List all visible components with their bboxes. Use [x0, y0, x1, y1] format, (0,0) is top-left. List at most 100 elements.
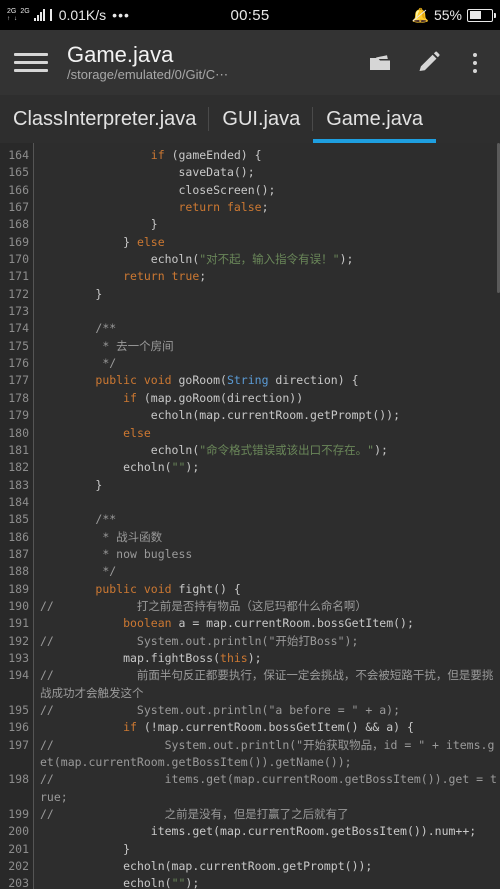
tab-label: Game.java: [326, 107, 423, 130]
network-speed-label: 0.01K/s: [58, 7, 107, 23]
line-number: 185: [8, 512, 29, 527]
file-tab-bar: ClassInterpreter.java GUI.java Game.java: [0, 95, 500, 143]
code-line: * 战斗函数: [40, 529, 500, 546]
code-line: // System.out.println("开始获取物品，id = " + i…: [40, 737, 500, 772]
line-number: 189: [8, 581, 29, 596]
bell-muted-icon: 🔔: [411, 6, 429, 23]
code-token: this: [220, 650, 248, 665]
code-token: );: [374, 442, 388, 457]
code-token: // 前面半句反正都要执行，保证一定会挑战，不会被短路干扰，但是要挑战成功才会触…: [40, 668, 494, 700]
line-number: 193: [8, 650, 29, 665]
code-token: if: [123, 390, 137, 405]
code-line: items.get(map.currentRoom.getBossItem())…: [40, 823, 500, 840]
line-number: 192: [8, 633, 29, 648]
open-folder-icon[interactable]: [368, 50, 394, 76]
status-overflow-icon: •••: [112, 7, 130, 23]
code-token: public void: [95, 373, 172, 388]
code-token: return true: [123, 269, 200, 284]
code-line: if (gameEnded) {: [40, 147, 500, 164]
code-token: "": [171, 460, 186, 475]
code-token: goRoom(: [171, 373, 227, 388]
code-token: * 战斗函数: [40, 529, 163, 544]
tab-label: GUI.java: [222, 107, 301, 130]
code-line: // System.out.println("a before = " + a)…: [40, 702, 500, 719]
tab-classinterpreter-java[interactable]: ClassInterpreter.java: [0, 95, 210, 143]
line-number: 168: [8, 217, 29, 232]
code-token: map.fightBoss(: [40, 650, 221, 665]
line-number: 195: [8, 703, 29, 717]
line-number: 177: [8, 373, 29, 388]
code-line: return false;: [40, 199, 500, 216]
code-token: // System.out.println("开始打Boss");: [40, 633, 359, 648]
signal-bars-secondary-icon: [49, 9, 52, 21]
line-number-continuation: [0, 789, 29, 806]
code-line: * now bugless: [40, 546, 500, 563]
line-number: 164: [8, 148, 29, 162]
code-token: echoln(: [40, 460, 172, 475]
code-token: // System.out.println("开始获取物品，id = " + i…: [40, 737, 495, 770]
line-number: 179: [8, 408, 29, 423]
code-token: "对不起，输入指令有误！": [199, 252, 340, 267]
code-line: /**: [40, 511, 500, 528]
code-line: }: [40, 286, 500, 303]
pencil-edit-icon[interactable]: [416, 50, 442, 76]
code-content[interactable]: if (gameEnded) { saveData(); closeScreen…: [34, 143, 500, 889]
line-number: 170: [8, 252, 29, 267]
code-token: echoln(map.currentRoom.getPrompt());: [40, 408, 401, 423]
line-number: 191: [8, 616, 29, 631]
code-token: fight() {: [171, 581, 241, 596]
status-bar-left: 2G 2G ↑ ↓ 0.01K/s •••: [7, 7, 130, 23]
line-number: 180: [8, 425, 29, 440]
battery-percent-label: 55%: [433, 7, 462, 23]
code-line: if (!map.currentRoom.bossGetItem() && a)…: [40, 719, 500, 736]
code-token: ;: [261, 200, 269, 215]
line-number: 201: [8, 841, 29, 856]
line-number: 172: [8, 286, 29, 301]
line-number: 173: [8, 304, 29, 319]
tab-game-java[interactable]: Game.java: [313, 95, 436, 143]
code-token: else: [123, 425, 151, 440]
code-line: * 去一个房间: [40, 338, 500, 355]
toolbar-titles: Game.java /storage/emulated/0/Git/C⋯: [67, 42, 358, 83]
code-token: (gameEnded) {: [164, 148, 262, 162]
line-number-continuation: [0, 754, 29, 771]
line-number: 182: [8, 460, 29, 475]
code-line: echoln("命令格式错误或该出口不存在。");: [40, 442, 500, 459]
tab-gui-java[interactable]: GUI.java: [209, 95, 314, 143]
line-number: 176: [8, 356, 29, 371]
code-line: echoln(map.currentRoom.getPrompt());: [40, 858, 500, 875]
code-token: "命令格式错误或该出口不存在。": [199, 442, 375, 457]
code-token: closeScreen();: [40, 182, 276, 197]
code-token: if: [150, 148, 165, 162]
line-number: 181: [8, 442, 29, 457]
code-token: */: [40, 564, 117, 579]
line-number: 167: [8, 200, 29, 215]
code-token: /**: [40, 321, 117, 336]
code-token: }: [40, 477, 103, 492]
file-path-label: /storage/emulated/0/Git/C⋯: [67, 67, 229, 82]
code-line: saveData();: [40, 164, 500, 181]
code-token: ;: [199, 269, 207, 284]
clock-label: 00:55: [230, 6, 270, 24]
line-number: 183: [8, 477, 29, 492]
code-token: echoln(: [40, 442, 200, 457]
code-token: // 之前是没有，但是打赢了之后就有了: [40, 807, 349, 822]
code-line: /**: [40, 320, 500, 337]
code-token: saveData();: [40, 165, 255, 180]
code-editor[interactable]: 164 165 166 167 168 169 170 171 172 173 174 175 176 1…: [0, 143, 500, 889]
dual-sim-signal-icon: 2G 2G ↑ ↓: [7, 8, 30, 22]
code-token: items.get(map.currentRoom.getBossItem())…: [40, 824, 477, 839]
kebab-menu-icon[interactable]: [464, 50, 486, 76]
code-line: closeScreen();: [40, 182, 500, 199]
code-line: echoln("");: [40, 459, 500, 476]
line-number: 171: [8, 269, 29, 284]
hamburger-menu-icon[interactable]: [14, 53, 48, 72]
status-bar: 2G 2G ↑ ↓ 0.01K/s ••• 00:55 🔔 55%: [0, 0, 500, 30]
code-line: // items.get(map.currentRoom.getBossItem…: [40, 771, 500, 806]
